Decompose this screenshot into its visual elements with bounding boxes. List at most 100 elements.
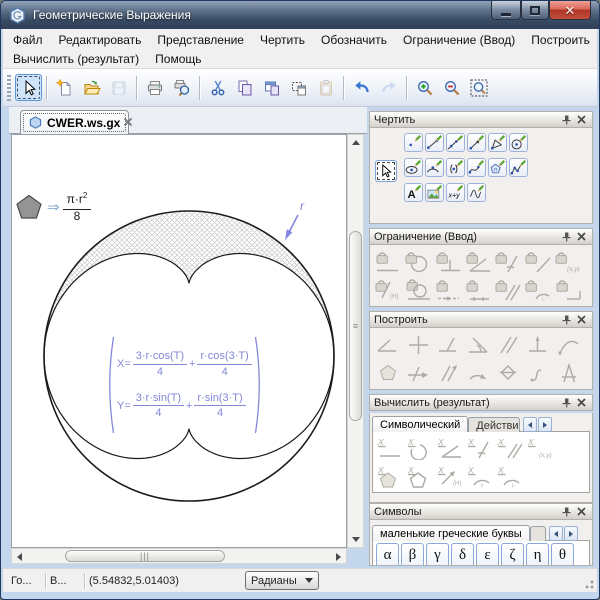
select-button[interactable] [15,74,42,101]
draw-tool-conic[interactable] [446,158,465,177]
toolbar-grip[interactable] [7,75,11,101]
construct-parallel-pair[interactable] [434,359,462,386]
menu-построить[interactable]: Построить [523,31,598,49]
calculate-symbolic-perimeter[interactable]: X [405,462,433,489]
calculate-symbolic-distance[interactable]: X [375,434,403,461]
horizontal-scroll-thumb[interactable]: ||| [65,550,225,562]
paste-button[interactable] [312,74,339,101]
panel-constrain-header[interactable]: Ограничение (Ввод) [369,228,593,245]
constraint-angle[interactable] [464,248,492,275]
constraint-proportional-point[interactable] [464,276,492,303]
draw-tool-expression[interactable]: x+y [446,183,465,202]
pin-icon[interactable] [560,396,573,409]
calculate-symbolic-radius[interactable]: X [405,434,433,461]
draw-tool-ellipse[interactable] [404,158,423,177]
pin-icon[interactable] [560,313,573,326]
panel-draw-header[interactable]: Чертить [369,111,593,128]
zoom-in-button[interactable] [411,74,438,101]
undo-button[interactable] [348,74,375,101]
constraint-radius[interactable] [404,248,432,275]
constraint-point-on-line[interactable] [434,276,462,303]
new-button[interactable] [51,74,78,101]
zoom-region-button[interactable] [465,74,492,101]
greek-letter-α[interactable]: α [376,543,399,566]
menu-ограничение-ввод-[interactable]: Ограничение (Ввод) [395,31,523,49]
draw-tool-picture[interactable] [425,183,444,202]
construct-perpendicular-drop[interactable] [434,331,462,358]
greek-letter-ε[interactable]: ε [476,543,499,566]
draw-tool-segment[interactable] [425,133,444,152]
draw-tool-vector[interactable] [467,133,486,152]
draw-tool-circle[interactable] [509,133,528,152]
greek-letter-η[interactable]: η [526,543,549,566]
tab-real[interactable]: Действи [468,417,520,432]
cut-button[interactable] [204,74,231,101]
construct-arc-arrow[interactable] [464,359,492,386]
menu-представление[interactable]: Представление [149,31,252,49]
close-button[interactable]: ✕ [549,1,591,20]
construct-locus[interactable] [554,359,582,386]
constraint-slash-h[interactable]: (H) [374,276,402,303]
construct-tangent-from-point[interactable] [554,331,582,358]
print-preview-button[interactable] [168,74,195,101]
draw-tool-function[interactable] [467,183,486,202]
menu-помощь[interactable]: Помощь [147,50,209,68]
redo-button[interactable] [375,74,402,101]
draw-tool-text[interactable]: A [404,183,423,202]
maximize-button[interactable] [521,1,549,20]
constraint-tangent-circle[interactable] [404,276,432,303]
close-icon[interactable] [575,505,588,518]
construct-reflection[interactable] [494,359,522,386]
copy-button[interactable] [231,74,258,101]
calculate-symbolic-curvature[interactable]: X⊦ [495,462,523,489]
constraint-distance[interactable] [374,248,402,275]
scroll-right-button[interactable] [331,549,346,564]
title-bar[interactable]: Геометрические Выражения ✕ [1,1,599,29]
print-button[interactable] [141,74,168,101]
scroll-left-button[interactable] [12,549,27,564]
greek-letter-β[interactable]: β [401,543,424,566]
construct-midpoint-cross[interactable] [404,331,432,358]
tab-scroll-right[interactable] [564,526,578,541]
constraint-direction[interactable] [494,248,522,275]
construct-perpendicular-at-point[interactable] [524,331,552,358]
calculate-symbolic-coordinates[interactable]: X(x,y) [525,434,553,461]
tab-scroll-left[interactable] [523,417,537,432]
constraint-parallel[interactable] [494,276,522,303]
paste-marquee-button[interactable] [285,74,312,101]
panel-construct-header[interactable]: Построить [369,311,593,328]
constraint-perpendicular-distance[interactable] [434,248,462,275]
construct-angle-arc[interactable] [464,331,492,358]
save-button[interactable] [105,74,132,101]
minimize-button[interactable] [491,1,521,20]
construct-parallel-line[interactable] [494,331,522,358]
scroll-up-button[interactable] [348,135,363,150]
resize-grip[interactable] [582,577,594,589]
horizontal-scrollbar[interactable]: ||| [11,548,347,564]
draw-tool-regular-polygon[interactable]: n [488,158,507,177]
constraint-coordinates[interactable]: (x,y) [554,248,582,275]
calculate-symbolic-direction[interactable]: X [465,434,493,461]
tab-symbolic[interactable]: Символический [372,416,468,432]
drawing-canvas[interactable]: r X= 3·r·cos(T)4 + r·cos(3·T)4 Y= 3·r·si… [11,134,347,548]
calculate-symbolic-area[interactable]: X [375,462,403,489]
angle-units-dropdown[interactable]: Радианы [245,571,319,590]
draw-tool-line[interactable] [446,133,465,152]
area-result-annotation[interactable]: ⇒ π·r2 8 [15,191,91,224]
close-icon[interactable] [575,396,588,409]
greek-letter-γ[interactable]: γ [426,543,449,566]
constraint-congruent[interactable] [554,276,582,303]
construct-angle-bisector[interactable] [374,331,402,358]
constraint-tangent-curve[interactable]: ⊦ [524,276,552,303]
calculate-symbolic-tangent[interactable]: X⊧ [465,462,493,489]
draw-tool-point[interactable] [404,133,423,152]
tab-small-greek[interactable]: маленькие греческие буквы [372,525,530,541]
tab-scroll-right[interactable] [538,417,552,432]
draw-tool-polyline[interactable] [509,158,528,177]
close-icon[interactable] [575,113,588,126]
radius-annotation[interactable]: r [285,199,305,240]
tab-close-button[interactable] [121,115,135,129]
constraint-slope[interactable] [524,248,552,275]
tab-next-partial[interactable] [530,526,546,541]
menu-файл[interactable]: Файл [5,31,51,49]
